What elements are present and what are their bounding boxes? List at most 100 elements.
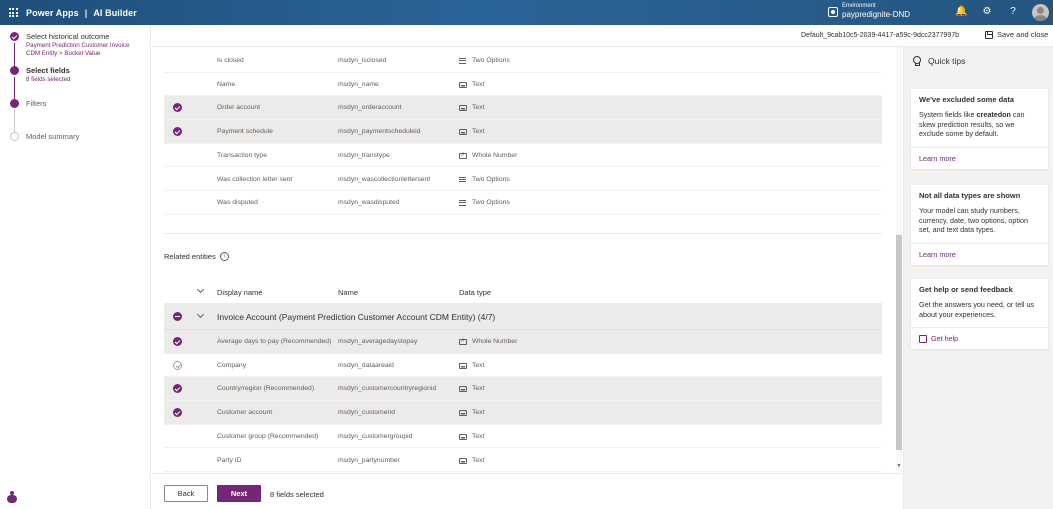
field-api-name: msdyn_partynumber	[338, 456, 400, 464]
vertical-scrollbar[interactable]: ▼	[895, 47, 903, 473]
field-row[interactable]: Customer account msdyn_customerid Text	[164, 401, 882, 425]
checkmark-selected-icon[interactable]	[173, 408, 182, 418]
field-row[interactable]: Customer group (Recommended) msdyn_custom…	[164, 425, 882, 449]
field-row[interactable]: Company msdyn_dataareaid Text	[164, 354, 882, 378]
tip-title: We've excluded some data	[919, 95, 1015, 104]
step-filters[interactable]: Filters	[10, 98, 46, 109]
number-type-icon	[459, 338, 467, 345]
save-and-close-button[interactable]: Save and close	[985, 30, 1048, 39]
text-type-icon	[459, 433, 467, 440]
environment-label: Environment	[842, 3, 876, 9]
step-select-historical-outcome[interactable]: Select historical outcome Payment Predic…	[10, 31, 130, 58]
learn-more-link[interactable]: Learn more	[919, 250, 1040, 259]
field-api-name: msdyn_paymentscheduleid	[338, 128, 421, 136]
field-display-name: Customer group (Recommended)	[217, 432, 319, 440]
field-row[interactable]: Name msdyn_name Text	[164, 73, 882, 97]
two-options-icon	[459, 200, 467, 206]
field-display-name: Party ID	[217, 456, 242, 464]
virtual-agent-icon[interactable]	[7, 491, 17, 503]
app-launcher-button[interactable]	[0, 0, 26, 25]
app-name[interactable]: Power Apps	[26, 8, 79, 18]
model-id: Default_9cab10c5-2039-4417-a59c-9dcc2377…	[801, 32, 960, 39]
settings-gear-icon[interactable]: ⚙	[981, 6, 993, 18]
field-row[interactable]: Average days to pay (Recommended) msdyn_a…	[164, 330, 882, 354]
tip-body: Get the answers you need, or tell us abo…	[919, 300, 1035, 319]
quick-tips-title: Quick tips	[928, 56, 966, 66]
field-data-type: Text	[472, 432, 485, 440]
step-title: Select fields	[26, 66, 70, 75]
tip-body: System fields like createdon can skew pr…	[919, 110, 1025, 138]
field-display-name: Company	[217, 361, 247, 369]
field-data-type: Text	[472, 456, 485, 464]
field-api-name: msdyn_wasdisputed	[338, 199, 400, 207]
field-row[interactable]: Party ID msdyn_partynumber Text	[164, 449, 882, 473]
checkmark-selected-icon[interactable]	[173, 337, 182, 346]
step-title: Model summary	[26, 132, 80, 141]
field-row[interactable]: Transaction type msdyn_transtype Whole Num…	[164, 144, 882, 168]
field-display-name: Name	[217, 80, 236, 88]
scroll-down-icon[interactable]: ▼	[896, 463, 902, 469]
field-data-type: Two Options	[472, 57, 510, 64]
wizard-footer: Back Next 8 fields selected	[151, 473, 903, 509]
field-display-name: Was disputed	[217, 199, 258, 207]
number-type-icon	[459, 152, 467, 159]
field-api-name: msdyn_isclosed	[338, 57, 387, 64]
field-api-name: msdyn_transtype	[338, 151, 390, 159]
two-options-icon	[459, 176, 467, 183]
get-help-link[interactable]: Get help	[919, 334, 1040, 343]
text-type-icon	[459, 410, 467, 417]
field-row[interactable]: Was collection letter sent msdyn_wascolle…	[164, 168, 882, 192]
field-row[interactable]: Country/region (Recommended) msdyn_custom…	[164, 377, 882, 402]
next-button[interactable]: Next	[217, 485, 261, 502]
wizard-steps: Select historical outcome Payment Predic…	[0, 25, 151, 509]
collapse-all-chevron-icon[interactable]	[196, 285, 205, 294]
checkmark-selected-icon[interactable]	[173, 384, 182, 394]
column-name[interactable]: Name	[338, 288, 358, 297]
environment-picker[interactable]: Environment paypredignite-DND	[828, 3, 910, 20]
step-icon	[10, 99, 19, 108]
quick-tips-header: Quick tips	[912, 56, 965, 66]
info-icon[interactable]: i	[219, 252, 229, 261]
notifications-bell-icon[interactable]: 🔔	[955, 6, 967, 18]
entity-group-row[interactable]: Invoice Account (Payment Prediction Cust…	[164, 304, 882, 330]
field-display-name: Order account	[217, 104, 261, 112]
step-model-summary[interactable]: Model summary	[10, 131, 79, 142]
feedback-icon	[919, 334, 927, 343]
fields-list: Is closed msdyn_isclosed Two Options Name ms…	[151, 47, 895, 473]
field-row[interactable]: Payment schedule msdyn_paymentscheduleid T…	[164, 120, 882, 144]
partial-select-icon[interactable]	[173, 312, 182, 321]
fields-selected-count: 8 fields selected	[270, 490, 324, 499]
field-display-name: Country/region (Recommended)	[217, 385, 315, 393]
back-button[interactable]: Back	[164, 485, 208, 502]
brand-separator: |	[84, 7, 88, 18]
quick-tips-panel: Quick tips We've excluded some data Syst…	[903, 47, 1053, 509]
field-row[interactable]: Is closed msdyn_isclosed Two Options	[164, 49, 882, 73]
tip-title: Not all data types are shown	[919, 191, 1021, 200]
top-bar: Power Apps | AI Builder Environment payp…	[0, 0, 1053, 25]
step-select-fields[interactable]: Select fields 8 fields selected	[10, 65, 70, 84]
column-data-type[interactable]: Data type	[459, 288, 491, 297]
step-subtitle: CDM Entity > Bucket Value	[26, 50, 101, 57]
brand: Power Apps | AI Builder	[26, 8, 137, 18]
field-row[interactable]: Was disputed msdyn_wasdisputed Two Options	[164, 191, 882, 215]
field-display-name: Average days to pay (Recommended)	[217, 338, 332, 345]
user-avatar[interactable]	[1032, 4, 1049, 21]
scrollbar-thumb[interactable]	[896, 235, 902, 450]
checkmark-selected-icon[interactable]	[173, 127, 182, 137]
field-row[interactable]: Order account msdyn_orderaccount Text	[164, 96, 882, 121]
two-options-icon	[459, 58, 467, 64]
field-api-name: msdyn_customergroupid	[338, 432, 413, 440]
field-display-name: Customer account	[217, 409, 273, 417]
help-question-icon[interactable]: ?	[1007, 6, 1019, 18]
checkmark-disabled-icon[interactable]	[173, 360, 182, 370]
column-display-name[interactable]: Display name	[217, 288, 262, 297]
field-data-type: Whole Number	[472, 338, 518, 345]
tip-card-feedback: Get help or send feedback Get the answer…	[911, 279, 1048, 349]
checkmark-selected-icon[interactable]	[173, 103, 182, 113]
learn-more-link[interactable]: Learn more	[919, 154, 1040, 163]
text-type-icon	[459, 386, 467, 393]
group-chevron-icon[interactable]	[196, 310, 205, 319]
related-entities-label: Related entities	[164, 252, 216, 261]
tip-card-data-types: Not all data types are shown Your model …	[911, 185, 1048, 265]
tip-title: Get help or send feedback	[919, 285, 1013, 294]
